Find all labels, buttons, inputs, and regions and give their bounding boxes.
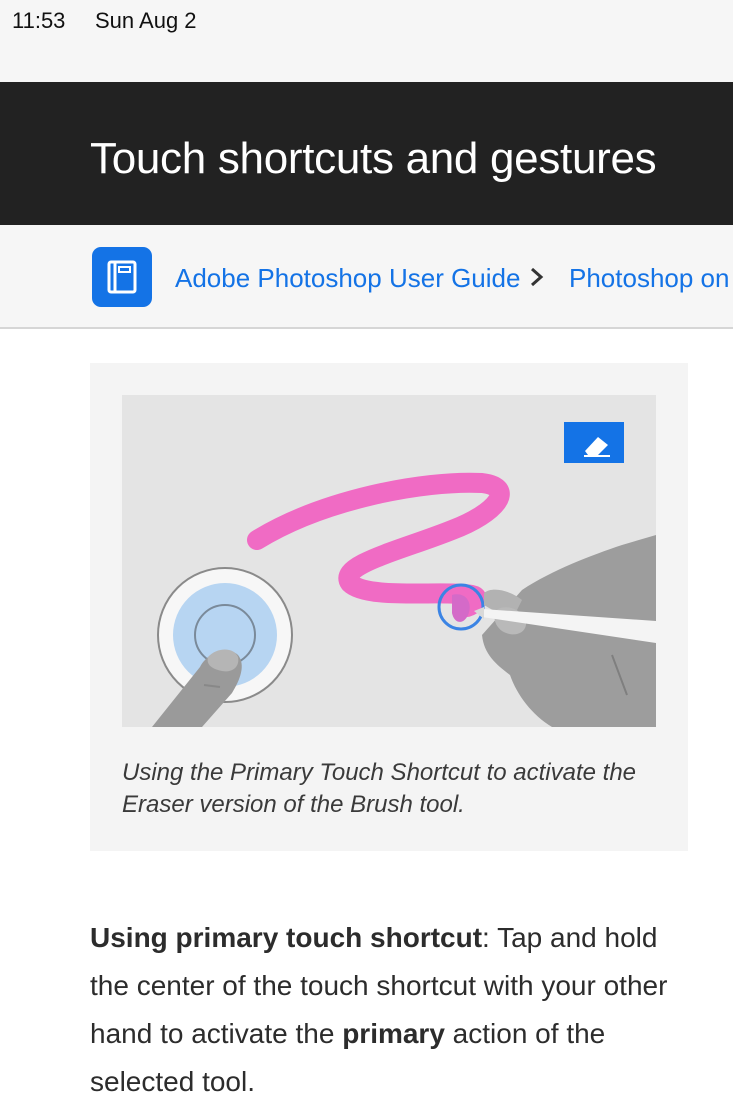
breadcrumb-user-guide-link[interactable]: Adobe Photoshop User Guide — [175, 263, 520, 294]
book-icon[interactable] — [92, 247, 152, 307]
status-time: 11:53 — [12, 8, 66, 33]
chevron-right-icon — [527, 265, 547, 294]
paragraph-lead-bold: Using primary touch shortcut — [90, 922, 483, 953]
paragraph-bold-primary: primary — [342, 1018, 445, 1049]
figure-caption: Using the Primary Touch Shortcut to acti… — [122, 759, 637, 818]
status-date: Sun Aug 2 — [95, 8, 197, 33]
instruction-paragraph: Using primary touch shortcut: Tap and ho… — [90, 914, 690, 1106]
touch-shortcut-illustration — [122, 395, 656, 727]
page-title: Touch shortcuts and gestures — [90, 134, 657, 183]
title-banner: Touch shortcuts and gestures — [0, 82, 733, 225]
brush-stroke — [247, 472, 510, 617]
eraser-icon — [564, 422, 624, 463]
status-bar: 11:53 Sun Aug 2 — [0, 0, 733, 82]
breadcrumb: Adobe Photoshop User Guide Photoshop on — [0, 225, 733, 329]
figure: Using the Primary Touch Shortcut to acti… — [90, 363, 688, 851]
breadcrumb-photoshop-on-link[interactable]: Photoshop on — [569, 263, 729, 294]
